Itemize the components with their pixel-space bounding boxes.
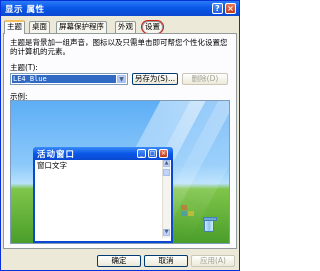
themes-panel: 主题是背景加一组声音，图标以及只需单击即可帮您个性化设置您的计算机的元素。 主题… [3,33,237,249]
recycle-bin-icon [203,217,217,232]
apply-button[interactable]: 应用(A) [191,255,235,267]
windows-logo-icon [181,205,195,217]
ok-button[interactable]: 确定 [97,255,141,267]
theme-description: 主题是背景加一组声音，图标以及只需单击即可帮您个性化设置您的计算机的元素。 [10,38,228,56]
theme-preview: 活动窗口 _ □ × 窗口文字 ▲ ▼ [10,100,230,244]
tab-screensaver[interactable]: 屏幕保护程序 [56,21,107,33]
help-button[interactable]: ? [212,3,223,14]
save-as-button[interactable]: 另存为(S)... [132,73,178,85]
window-title: 显示 属性 [5,5,45,15]
scroll-down-icon: ▼ [163,229,170,236]
minimize-icon: _ [137,149,146,158]
theme-dropdown[interactable]: LE4_Blue ▼ [10,73,128,85]
tab-desktop[interactable]: 桌面 [29,21,50,33]
delete-button[interactable]: 删除(D) [182,73,228,85]
tab-themes[interactable]: 主题 [4,20,25,34]
tab-settings[interactable]: 设置 [142,21,163,33]
preview-window-title: 活动窗口 [37,150,76,160]
cancel-button[interactable]: 取消 [144,255,188,267]
close-icon: × [159,149,168,158]
chevron-down-icon[interactable]: ▼ [117,75,126,83]
title-bar[interactable]: 显示 属性 ? × [1,1,239,16]
preview-window-text: 窗口文字 [37,161,67,170]
display-properties-dialog: 显示 属性 ? × 主题 桌面 屏幕保护程序 外观 设置 主题是背景加一组声音，… [0,0,240,271]
scroll-thumb [163,169,170,176]
preview-window-titlebar: 活动窗口 _ □ × [33,147,173,160]
preview-scrollbar: ▲ ▼ [162,160,170,238]
tab-appearance[interactable]: 外观 [115,21,136,33]
dialog-button-row: 确定 取消 应用(A) [1,251,239,271]
tab-strip: 主题 桌面 屏幕保护程序 外观 设置 [4,20,238,34]
theme-selected-value: LE4_Blue [12,75,116,83]
close-button[interactable]: × [225,3,236,14]
scroll-up-icon: ▲ [163,160,170,167]
theme-label: 主题(T): [10,63,38,72]
maximize-icon: □ [148,149,157,158]
preview-active-window: 活动窗口 _ □ × 窗口文字 ▲ ▼ [33,147,173,243]
